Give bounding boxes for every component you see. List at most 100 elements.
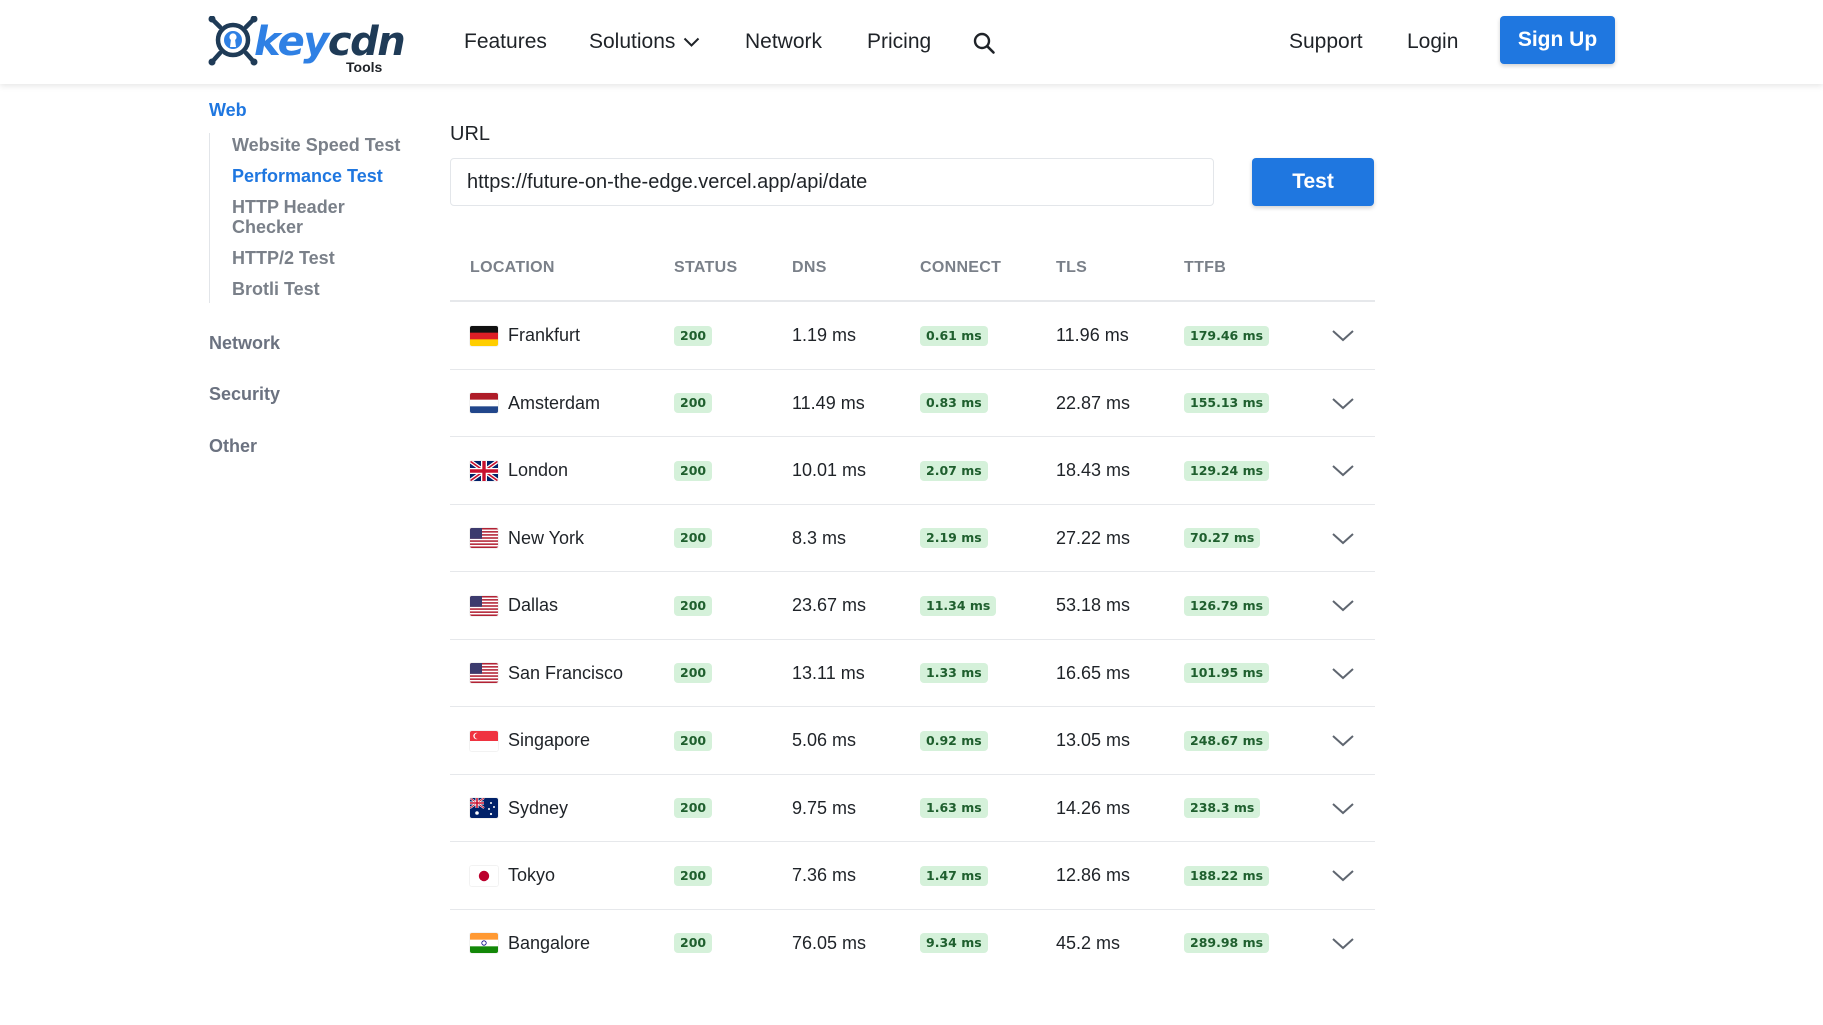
tls-cell: 27.22 ms <box>1056 527 1131 548</box>
connect-badge: 0.83 ms <box>920 393 988 413</box>
ttfb-cell: 101.95 ms <box>1184 640 1270 707</box>
table-row[interactable]: Amsterdam 200 11.49 ms 0.83 ms 22.87 ms … <box>450 370 1375 437</box>
column-header-location: LOCATION <box>470 259 555 276</box>
status-badge: 200 <box>674 393 713 413</box>
location-name: New York <box>508 527 585 548</box>
chevron-down-icon[interactable] <box>1331 867 1355 885</box>
column-header-connect: CONNECT <box>920 259 1002 276</box>
ttfb-cell: 179.46 ms <box>1184 302 1270 369</box>
sidebar-item-brotli-test[interactable]: Brotli Test <box>232 279 429 303</box>
location-cell: San Francisco <box>470 640 623 707</box>
nav-features[interactable]: Features <box>464 26 547 58</box>
location-name: San Francisco <box>508 662 624 683</box>
nav-network[interactable]: Network <box>745 26 822 58</box>
connect-badge: 2.19 ms <box>920 528 988 548</box>
ttfb-cell: 155.13 ms <box>1184 370 1270 437</box>
ttfb-badge: 155.13 ms <box>1184 393 1270 413</box>
chevron-down-icon[interactable] <box>1331 530 1355 548</box>
test-button[interactable]: Test <box>1252 158 1374 206</box>
nav-support[interactable]: Support <box>1289 26 1363 58</box>
connect-badge: 11.34 ms <box>920 595 997 616</box>
table-row[interactable]: Tokyo 200 7.36 ms 1.47 ms 12.86 ms 188.2… <box>450 842 1375 910</box>
tls-cell: 11.96 ms <box>1056 325 1129 345</box>
chevron-down-icon[interactable] <box>1331 462 1355 480</box>
ttfb-cell: 70.27 ms <box>1184 505 1261 572</box>
url-label: URL <box>450 123 491 145</box>
tls-cell: 12.86 ms <box>1056 865 1131 885</box>
chevron-down-icon[interactable] <box>1331 800 1355 818</box>
location-cell: Tokyo <box>470 842 555 909</box>
sidebar-category-network[interactable]: Network <box>209 333 429 354</box>
table-body: Frankfurt 200 1.19 ms 0.61 ms 11.96 ms 1… <box>450 302 1375 977</box>
nav-pricing[interactable]: Pricing <box>867 26 931 58</box>
sidebar-web-items: Website Speed Test Performance Test HTTP… <box>209 133 429 303</box>
search-icon[interactable] <box>972 31 996 55</box>
connect-badge: 1.47 ms <box>920 865 988 886</box>
location-name: Dallas <box>508 595 559 615</box>
connect-cell: 1.47 ms <box>920 842 988 909</box>
ttfb-badge: 126.79 ms <box>1184 595 1270 616</box>
sidebar-category-security[interactable]: Security <box>209 384 429 405</box>
column-header-tls: TLS <box>1056 259 1088 276</box>
connect-badge: 0.92 ms <box>920 730 988 751</box>
sidebar-category-other[interactable]: Other <box>209 436 429 457</box>
ttfb-cell: 289.98 ms <box>1184 910 1270 977</box>
ttfb-badge: 188.22 ms <box>1184 865 1270 886</box>
table-row[interactable]: Frankfurt 200 1.19 ms 0.61 ms 11.96 ms 1… <box>450 302 1375 370</box>
sidebar-item-http2-test[interactable]: HTTP/2 Test <box>232 248 429 268</box>
flag-netherlands-icon <box>470 393 498 413</box>
table-row[interactable]: London 200 10.01 ms 2.07 ms 18.43 ms 129… <box>450 437 1375 505</box>
location-name: Tokyo <box>508 865 556 885</box>
flag-india-icon <box>470 933 498 953</box>
nav-login[interactable]: Login <box>1407 26 1458 58</box>
connect-cell: 2.07 ms <box>920 437 988 504</box>
location-cell: Singapore <box>470 707 590 774</box>
sidebar-category-web[interactable]: Web <box>209 100 429 121</box>
table-row[interactable]: Singapore 200 5.06 ms 0.92 ms 13.05 ms 2… <box>450 707 1375 775</box>
ttfb-cell: 129.24 ms <box>1184 437 1270 504</box>
location-cell: Dallas <box>470 572 558 639</box>
status-cell: 200 <box>674 842 713 909</box>
sidebar-item-http-header-checker[interactable]: HTTP Header Checker <box>232 197 382 237</box>
table-row[interactable]: Bangalore 200 76.05 ms 9.34 ms 45.2 ms 2… <box>450 910 1375 978</box>
table-row[interactable]: San Francisco 200 13.11 ms 1.33 ms 16.65… <box>450 640 1375 707</box>
ttfb-cell: 126.79 ms <box>1184 572 1270 639</box>
chevron-down-icon[interactable] <box>1331 327 1355 345</box>
flag-usa-icon <box>470 663 498 683</box>
dns-cell: 5.06 ms <box>792 730 857 750</box>
chevron-down-icon[interactable] <box>1331 665 1355 683</box>
logo-subtitle: Tools <box>346 59 383 75</box>
chevron-down-icon[interactable] <box>1331 935 1355 953</box>
table-row[interactable]: New York 200 8.3 ms 2.19 ms 27.22 ms 70.… <box>450 505 1375 572</box>
table-header: LOCATION STATUS DNS CONNECT TLS TTFB <box>450 250 1375 302</box>
connect-cell: 1.63 ms <box>920 775 988 842</box>
connect-cell: 0.92 ms <box>920 707 988 774</box>
column-header-ttfb: TTFB <box>1184 259 1227 276</box>
sidebar-item-performance-test[interactable]: Performance Test <box>232 166 429 186</box>
chevron-down-icon[interactable] <box>1331 597 1355 615</box>
location-cell: Sydney <box>470 775 568 842</box>
sidebar-item-website-speed-test[interactable]: Website Speed Test <box>232 133 429 155</box>
sign-up-button[interactable]: Sign Up <box>1500 16 1615 64</box>
dns-cell: 7.36 ms <box>792 865 857 885</box>
flag-australia-icon <box>470 798 498 818</box>
nav-solutions[interactable]: Solutions <box>589 26 700 58</box>
connect-cell: 0.83 ms <box>920 370 988 437</box>
chevron-down-icon[interactable] <box>1331 732 1355 750</box>
status-cell: 200 <box>674 775 713 842</box>
connect-cell: 11.34 ms <box>920 572 997 639</box>
top-navbar: keycdn Tools Features Solutions Network … <box>0 0 1823 84</box>
connect-cell: 1.33 ms <box>920 640 988 707</box>
ttfb-badge: 101.95 ms <box>1184 663 1270 683</box>
connect-badge: 1.63 ms <box>920 798 988 818</box>
url-input[interactable] <box>450 158 1214 206</box>
results-table: LOCATION STATUS DNS CONNECT TLS TTFB Fra… <box>450 250 1375 977</box>
table-row[interactable]: Dallas 200 23.67 ms 11.34 ms 53.18 ms 12… <box>450 572 1375 640</box>
location-name: Bangalore <box>508 932 591 953</box>
keycdn-logo[interactable]: keycdn Tools <box>208 14 406 78</box>
table-row[interactable]: Sydney 200 9.75 ms 1.63 ms 14.26 ms 238.… <box>450 775 1375 842</box>
location-cell: Amsterdam <box>470 370 600 437</box>
tools-sidebar: Web Website Speed Test Performance Test … <box>209 100 429 457</box>
chevron-down-icon[interactable] <box>1331 395 1355 413</box>
keycdn-logo-icon <box>208 16 258 66</box>
